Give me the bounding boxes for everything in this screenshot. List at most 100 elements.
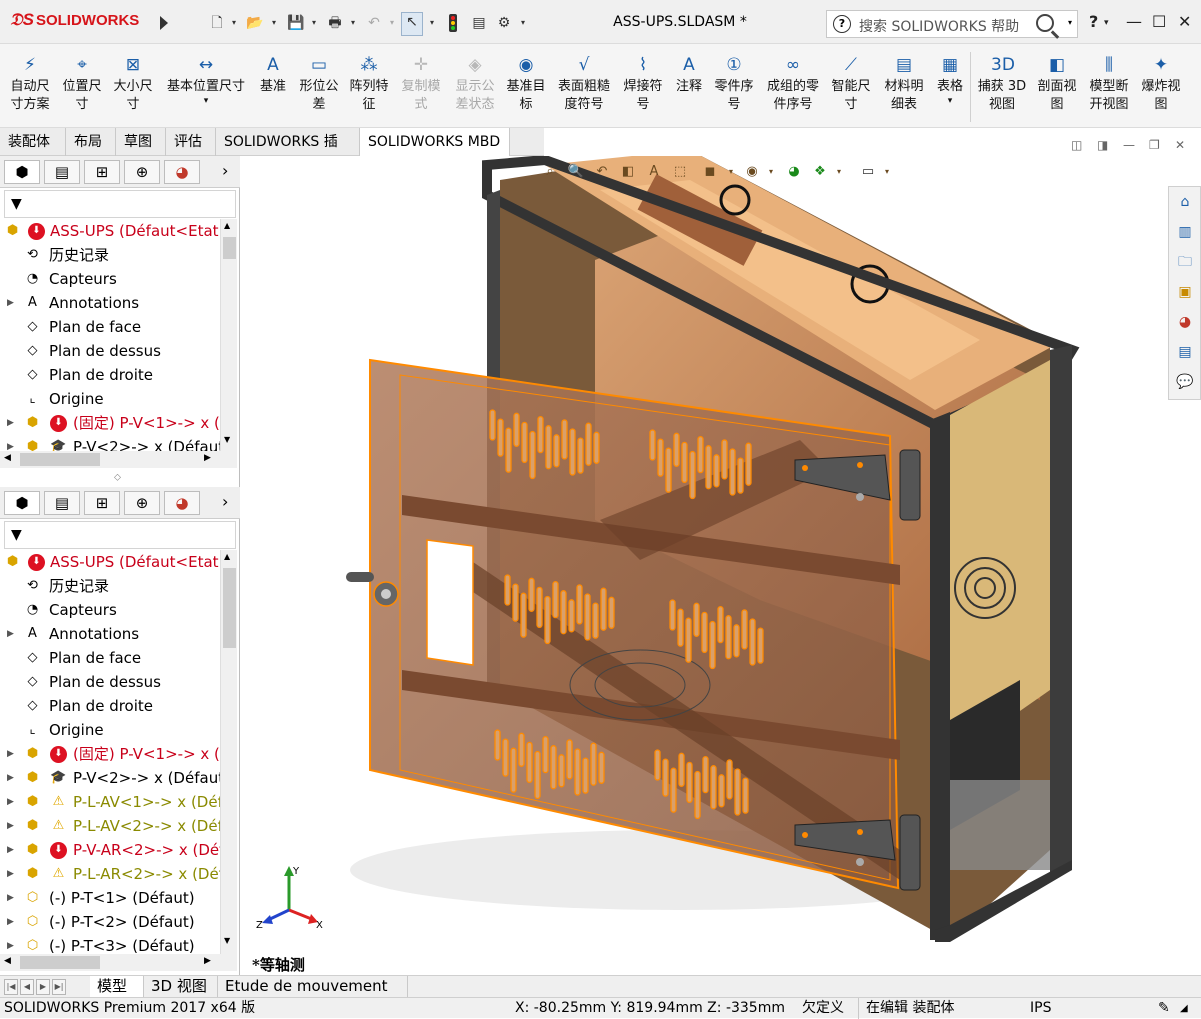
ribbon-button-1[interactable]: ⌖ 位置尺 寸 <box>58 52 106 124</box>
command-tab-3[interactable]: 评估 <box>166 128 216 156</box>
tree-item[interactable]: ◇ Plan de droite <box>0 363 220 387</box>
scroll-left-icon[interactable]: ◀ <box>4 956 11 966</box>
panel-more-icon[interactable]: › <box>222 492 228 511</box>
quick-tips-icon[interactable]: ✎ <box>1158 998 1170 1019</box>
ribbon-button-12[interactable]: A 注释 <box>670 52 708 124</box>
command-tab-5[interactable]: SOLIDWORKS MBD <box>360 128 510 156</box>
tree-item[interactable]: ⬢ ⬇ ASS-UPS (Défaut<Etat <box>0 219 220 243</box>
viewport-minimize-icon[interactable]: — <box>1123 138 1135 152</box>
scroll-thumb[interactable] <box>20 956 100 969</box>
tree-item[interactable]: ▶ ⬢ 🎓 P-V<2>-> x (Défaut <box>0 435 220 451</box>
property-manager-icon[interactable]: ▤ <box>44 160 80 184</box>
apply-scene-icon[interactable]: ❖ <box>810 162 830 182</box>
options-dropdown-icon[interactable]: ▾ <box>519 14 527 32</box>
viewport-tile-icon[interactable]: ◫ <box>1071 138 1082 152</box>
scene-dropdown-icon[interactable]: ▾ <box>834 162 844 182</box>
filter-icon[interactable]: ▼ <box>11 527 22 543</box>
tree-item[interactable]: ⟲ 历史记录 <box>0 574 220 598</box>
file-explorer-icon[interactable]: 🗀 <box>1174 251 1196 273</box>
display-style-icon[interactable]: ◼ <box>700 162 720 182</box>
ribbon-button-5[interactable]: ▭ 形位公 差 <box>296 52 342 124</box>
expand-arrow-icon[interactable]: ▶ <box>7 411 14 435</box>
command-tab-0[interactable]: 装配体 <box>0 128 66 156</box>
ribbon-dropdown-icon[interactable]: ▾ <box>162 96 250 106</box>
file-properties-icon[interactable]: ▤ <box>470 14 488 32</box>
scroll-up-icon[interactable]: ▲ <box>224 552 230 561</box>
tree-item[interactable]: ▶ ⬢ ⬇ (固定) P-V<1>-> x (D <box>0 411 220 435</box>
tree-item[interactable]: ◇ Plan de face <box>0 315 220 339</box>
ribbon-button-20[interactable]: ⫼ 模型断 开视图 <box>1084 52 1134 124</box>
tree-item[interactable]: ◇ Plan de face <box>0 646 220 670</box>
open-document-icon[interactable]: 📂 <box>246 14 264 32</box>
model-tab-1[interactable]: 3D 视图 <box>144 976 218 998</box>
print-dropdown-icon[interactable]: ▾ <box>349 14 357 32</box>
tree-item[interactable]: ⟲ 历史记录 <box>0 243 220 267</box>
tree-item[interactable]: ◇ Plan de dessus <box>0 670 220 694</box>
display-manager-icon[interactable]: ◕ <box>164 160 200 184</box>
tree-item[interactable]: ◇ Plan de droite <box>0 694 220 718</box>
solidworks-logo[interactable]: 𝔇S SOLIDWORKS <box>10 10 139 30</box>
model-tab-2[interactable]: Etude de mouvement 1 <box>218 976 408 1016</box>
feature-manager-icon[interactable]: ⬢ <box>4 491 40 515</box>
edit-appearance-icon[interactable]: ◕ <box>784 162 804 182</box>
tree-item[interactable]: ▶ ⬢ ⚠ P-L-AR<2>-> x (Défa <box>0 862 220 886</box>
panel-more-icon[interactable]: › <box>222 161 228 180</box>
tree-item[interactable]: ⌞ Origine <box>0 718 220 742</box>
ribbon-button-14[interactable]: ∞ 成组的零 件序号 <box>762 52 824 124</box>
maximize-button[interactable]: ☐ <box>1152 12 1166 31</box>
tree-item[interactable]: ▶ A Annotations <box>0 622 220 646</box>
open-dropdown-icon[interactable]: ▾ <box>270 14 278 32</box>
viewport-restore-icon[interactable]: ❐ <box>1149 138 1160 152</box>
save-icon[interactable]: 💾 <box>287 14 305 32</box>
expand-arrow-icon[interactable]: ▶ <box>7 435 14 451</box>
ribbon-dropdown-icon[interactable]: ▾ <box>930 96 970 106</box>
design-library-icon[interactable]: ▥ <box>1174 221 1196 243</box>
zoom-to-fit-icon[interactable]: ⌕ <box>540 162 560 182</box>
custom-properties-icon[interactable]: ▤ <box>1174 341 1196 363</box>
ribbon-button-15[interactable]: ⟋ 智能尺 寸 <box>826 52 876 124</box>
select-icon[interactable]: ↖ <box>401 12 423 36</box>
tree-item[interactable]: ▶ ⬡ (-) P-T<3> (Défaut) <box>0 934 220 954</box>
dimxpert-manager-icon[interactable]: ⊕ <box>124 491 160 515</box>
scroll-thumb[interactable] <box>223 568 236 648</box>
scroll-up-icon[interactable]: ▲ <box>224 221 230 230</box>
tree-item[interactable]: ◇ Plan de dessus <box>0 339 220 363</box>
filter-icon[interactable]: ▼ <box>11 196 22 212</box>
expand-arrow-icon[interactable]: ▶ <box>7 814 14 838</box>
tree-item[interactable]: ▶ ⬢ ⚠ P-L-AV<2>-> x (Défa <box>0 814 220 838</box>
viewport-close-icon[interactable]: ✕ <box>1175 138 1185 152</box>
expand-arrow-icon[interactable]: ▶ <box>7 862 14 886</box>
tree-item[interactable]: ▶ ⬡ (-) P-T<1> (Défaut) <box>0 886 220 910</box>
view-palette-icon[interactable]: ▣ <box>1174 281 1196 303</box>
command-tab-1[interactable]: 布局 <box>66 128 116 156</box>
print-icon[interactable]: 🖶 <box>326 14 344 32</box>
expand-arrow-icon[interactable]: ▶ <box>7 291 14 315</box>
last-tab-icon[interactable]: ▶| <box>52 979 66 995</box>
view-orientation-icon[interactable]: ⬚ <box>670 162 690 182</box>
tree-item[interactable]: ⌞ Origine <box>0 387 220 411</box>
tree-item[interactable]: ▶ ⬢ ⬇ (固定) P-V<1>-> x (D <box>0 742 220 766</box>
help-dropdown-icon[interactable]: ▾ <box>1104 18 1109 28</box>
configuration-manager-icon[interactable]: ⊞ <box>84 160 120 184</box>
property-manager-icon[interactable]: ▤ <box>44 491 80 515</box>
close-button[interactable]: ✕ <box>1178 12 1191 31</box>
viewport-split-icon[interactable]: ◨ <box>1097 138 1108 152</box>
options-gear-icon[interactable]: ⚙ <box>495 14 513 32</box>
expand-arrow-icon[interactable]: ▶ <box>7 790 14 814</box>
save-dropdown-icon[interactable]: ▾ <box>310 14 318 32</box>
scroll-thumb[interactable] <box>223 237 236 259</box>
first-tab-icon[interactable]: |◀ <box>4 979 18 995</box>
next-tab-icon[interactable]: ▶ <box>36 979 50 995</box>
scroll-right-icon[interactable]: ▶ <box>204 453 211 463</box>
filter-box[interactable]: ▼ <box>4 190 236 218</box>
ribbon-button-6[interactable]: ⁂ 阵列特 征 <box>344 52 394 124</box>
ribbon-button-17[interactable]: ▦ 表格 ▾ <box>930 52 970 124</box>
search-box[interactable]: ? 搜索 SOLIDWORKS 帮助 ▾ <box>826 10 1078 38</box>
ribbon-button-10[interactable]: √ 表面粗糙 度符号 <box>552 52 616 124</box>
tree-item[interactable]: ▶ ⬢ ⬇ P-V-AR<2>-> x (Déf <box>0 838 220 862</box>
ribbon-button-7[interactable]: ✛ 复制模 式 <box>396 52 446 124</box>
tree-item[interactable]: ◔ Capteurs <box>0 598 220 622</box>
unit-system[interactable]: IPS <box>1030 998 1051 1019</box>
dynamic-annotation-icon[interactable]: A <box>644 162 664 182</box>
tree-item[interactable]: ▶ ⬡ (-) P-T<2> (Défaut) <box>0 910 220 934</box>
